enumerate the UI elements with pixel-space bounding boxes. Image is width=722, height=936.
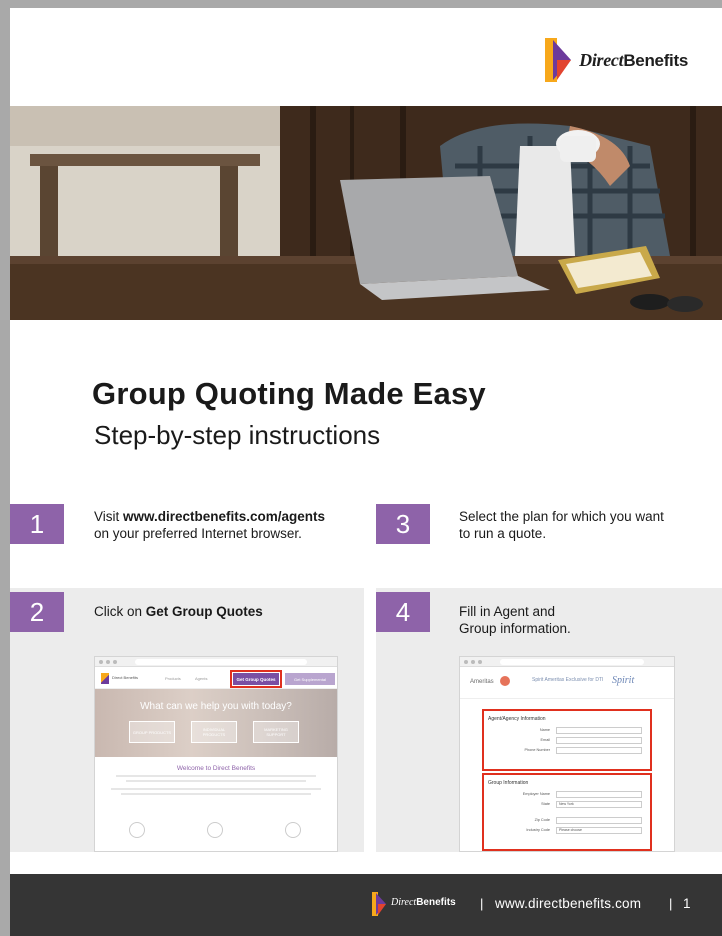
screenshot-directbenefits-home: Direct Benefits Products Agents Get Grou… (94, 656, 338, 852)
industry-code-select[interactable]: Please choose (556, 827, 642, 834)
page-footer: DirectBenefits | www.directbenefits.com … (10, 874, 722, 936)
footer-separator: | (669, 896, 673, 911)
state-select[interactable]: New York (556, 801, 642, 808)
mini-logo-icon (101, 673, 109, 684)
step-3-number: 3 (376, 504, 430, 544)
brand-name: DirectBenefits (579, 49, 688, 70)
page-subtitle: Step-by-step instructions (94, 420, 381, 450)
page-number: 1 (683, 896, 691, 911)
footer-url[interactable]: www.directbenefits.com (495, 896, 641, 911)
step-4-text: Fill in Agent and Group information. (459, 604, 571, 636)
form-header: Ameritas Spirit Ameritas Exclusive for D… (460, 667, 674, 699)
agent-name-field[interactable] (556, 727, 642, 734)
step-4-number: 4 (376, 592, 430, 632)
browser-bar (460, 657, 674, 667)
brand-mark-icon (545, 38, 572, 82)
screenshot-quote-form: Ameritas Spirit Ameritas Exclusive for D… (459, 656, 675, 852)
welcome-heading: Welcome to Direct Benefits (176, 765, 256, 772)
directbenefits-agents-url[interactable]: www.directbenefits.com/agents (123, 509, 325, 524)
agent-info-section: Agent/Agency Information Name Email Phon… (482, 709, 652, 771)
site-hero: What can we help you with today? GROUP P… (95, 689, 337, 757)
footer-brand-mark-icon (372, 892, 386, 916)
agent-email-field[interactable] (556, 737, 642, 744)
step-2-number: 2 (10, 592, 64, 632)
service-icon (285, 822, 301, 838)
highlight-box (230, 670, 282, 688)
step-3-text: Select the plan for which you want to ru… (459, 509, 664, 541)
ameritas-logo-icon (500, 676, 510, 686)
service-icon (129, 822, 145, 838)
step-1-text: Visit www.directbenefits.com/agents on y… (94, 509, 326, 541)
zip-code-field[interactable] (556, 817, 642, 824)
footer-brand-name: DirectBenefits (391, 897, 456, 908)
footer-separator: | (480, 896, 484, 911)
hero-photo (10, 106, 722, 320)
step-1-number: 1 (10, 504, 64, 544)
secondary-button[interactable]: Get Supplemental (285, 673, 335, 685)
employer-name-field[interactable] (556, 791, 642, 798)
brand-logo: DirectBenefits (543, 36, 688, 84)
document-page: DirectBenefits Group Quoting Made Easy S… (10, 8, 722, 936)
service-icon (207, 822, 223, 838)
page-title: Group Quoting Made Easy (92, 376, 486, 411)
agent-phone-field[interactable] (556, 747, 642, 754)
browser-bar (95, 657, 337, 667)
site-nav: Direct Benefits Products Agents Get Grou… (95, 667, 337, 689)
group-info-section: Group Information Employer Name State New… (482, 773, 652, 851)
step-2-text: Click on Get Group Quotes (94, 604, 263, 619)
